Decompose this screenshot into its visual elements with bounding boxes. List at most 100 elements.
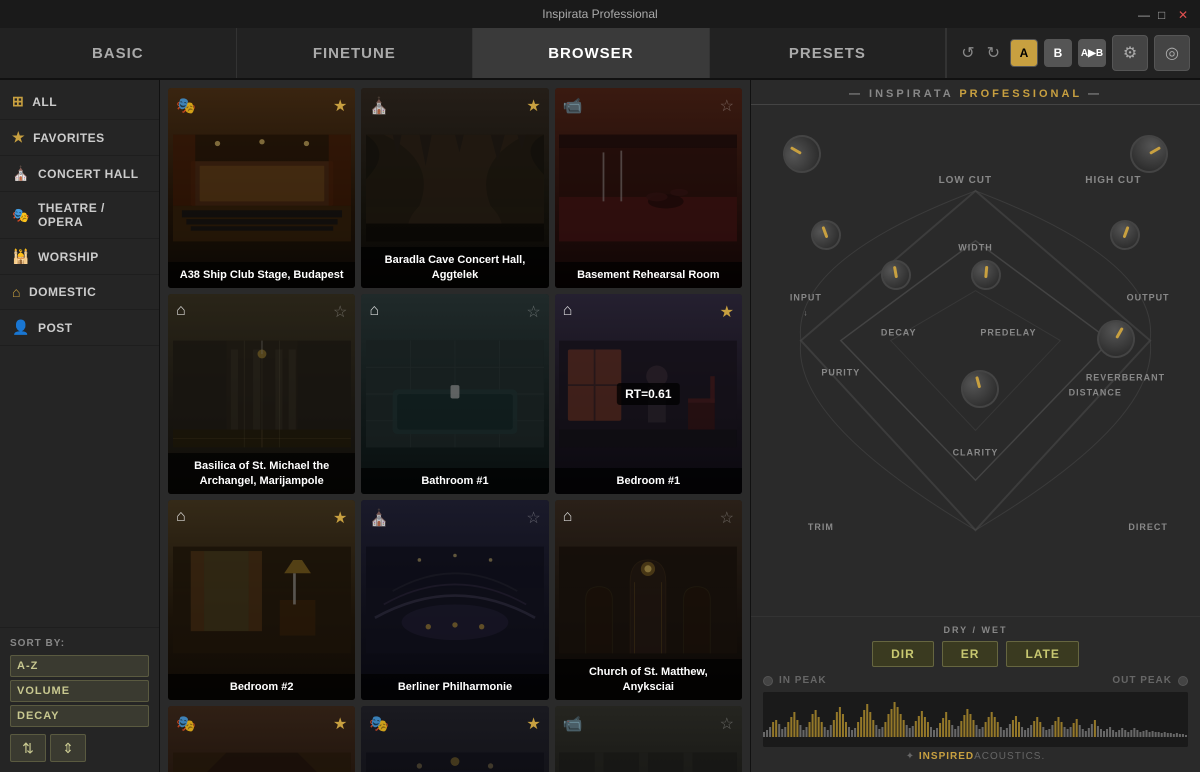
svg-text:DISTANCE: DISTANCE <box>1069 387 1122 397</box>
reverb-area: LOW CUT HIGH CUT INPUT ↓ OUTPUT WIDTH PU… <box>751 105 1200 616</box>
venue-star-unknown2[interactable]: ★ <box>526 714 540 734</box>
sidebar-item-favorites[interactable]: ★ FAVORITES <box>0 120 159 156</box>
close-btn[interactable]: ✕ <box>1178 8 1190 20</box>
sort-asc-btn[interactable]: ⇅ <box>10 734 46 762</box>
tab-presets[interactable]: PRESETS <box>710 28 947 78</box>
sidebar-item-theatre-opera[interactable]: 🎭 THEATRE / OPERA <box>0 192 159 239</box>
venue-icon-baradla: ⛪ <box>369 96 389 116</box>
venue-card-baradla[interactable]: ⛪ ★ Baradla Cave Concert Hall, Aggtelek <box>361 88 548 288</box>
out-peak-label: OUT PEAK <box>1112 675 1188 686</box>
minimize-btn[interactable]: — <box>1138 8 1150 20</box>
venue-name-baradla: Baradla Cave Concert Hall, Aggtelek <box>361 247 548 288</box>
venue-star-basilica[interactable]: ☆ <box>333 302 347 322</box>
venue-star-unknown3[interactable]: ☆ <box>720 714 734 734</box>
venue-card-bathroom[interactable]: ⌂ ☆ Bathroom #1 <box>361 294 548 494</box>
redo-btn[interactable]: ↻ <box>983 39 1004 67</box>
venue-card-unknown1[interactable]: 🎭 ★ <box>168 706 355 772</box>
dir-er-late-group: DIR ER LATE <box>763 641 1188 667</box>
a-button[interactable]: A <box>1010 39 1038 67</box>
venue-icon-a38: 🎭 <box>176 96 196 116</box>
venue-star-basement[interactable]: ☆ <box>720 96 734 116</box>
sidebar-item-concert-hall[interactable]: ⛪ CONCERT HALL <box>0 156 159 192</box>
settings-btn[interactable]: ⚙ <box>1112 35 1148 71</box>
venue-icon-basement: 📹 <box>563 96 583 116</box>
concert-icon: ⛪ <box>12 165 30 182</box>
sidebar: ⊞ ALL ★ FAVORITES ⛪ CONCERT HALL 🎭 THEAT… <box>0 80 160 772</box>
ab-button[interactable]: A▶B <box>1078 39 1106 67</box>
venue-icon-bedroom2: ⌂ <box>176 508 186 526</box>
venue-icon-berliner: ⛪ <box>369 508 389 528</box>
venue-star-stmatthew[interactable]: ☆ <box>720 508 734 528</box>
inspirata-label: — INSPIRATA PROFESSIONAL — <box>751 80 1200 105</box>
svg-text:REVERBERANT: REVERBERANT <box>1086 372 1165 382</box>
venue-star-bedroom1[interactable]: ★ <box>720 302 734 322</box>
venue-card-stmatthew[interactable]: ⌂ ☆ Church of St. Matthew, Anyksciai <box>555 500 742 700</box>
worship-icon: 🕌 <box>12 248 30 265</box>
post-icon: 👤 <box>12 319 30 336</box>
venue-star-berliner[interactable]: ☆ <box>526 508 540 528</box>
svg-text:OUTPUT: OUTPUT <box>1127 293 1170 303</box>
svg-text:LOW CUT: LOW CUT <box>939 175 993 186</box>
monitor-btn[interactable]: ◎ <box>1154 35 1190 71</box>
theatre-icon: 🎭 <box>12 207 30 224</box>
venue-card-unknown2[interactable]: 🎭 ★ <box>361 706 548 772</box>
dir-button[interactable]: DIR <box>872 641 934 667</box>
venue-card-bedroom1[interactable]: ⌂ ★ RT=0.61 Bedroom #1 <box>555 294 742 494</box>
sort-section: SORT BY: A-Z VOLUME DECAY ⇅ ⇕ <box>0 627 159 772</box>
rt-badge-bedroom1: RT=0.61 <box>617 383 679 405</box>
bottom-controls: DRY / WET DIR ER LATE IN PEAK OUT PEAK <box>751 616 1200 772</box>
venue-star-unknown1[interactable]: ★ <box>333 714 347 734</box>
right-panel: — INSPIRATA PROFESSIONAL — LOW CUT HIGH … <box>750 80 1200 772</box>
svg-text:PURITY: PURITY <box>821 367 860 377</box>
venue-icon-stmatthew: ⌂ <box>563 508 573 526</box>
venue-icon-unknown2: 🎭 <box>369 714 389 734</box>
er-button[interactable]: ER <box>942 641 999 667</box>
venue-card-bedroom2[interactable]: ⌂ ★ Bedroom #2 <box>168 500 355 700</box>
home-icon: ⌂ <box>12 284 21 300</box>
maximize-btn[interactable]: □ <box>1158 8 1170 20</box>
svg-text:INPUT: INPUT <box>790 293 822 303</box>
late-button[interactable]: LATE <box>1006 641 1078 667</box>
venue-name-bathroom: Bathroom #1 <box>361 468 548 494</box>
tab-actions: ↺ ↻ A B A▶B ⚙ ◎ <box>946 28 1200 78</box>
sort-decay-btn[interactable]: DECAY <box>10 705 149 727</box>
venue-name-bedroom2: Bedroom #2 <box>168 674 355 700</box>
tab-browser[interactable]: BROWSER <box>473 28 710 78</box>
venue-icon-basilica: ⌂ <box>176 302 186 320</box>
sidebar-item-all[interactable]: ⊞ ALL <box>0 84 159 120</box>
sort-desc-btn[interactable]: ⇕ <box>50 734 86 762</box>
svg-text:WIDTH: WIDTH <box>958 243 992 253</box>
star-icon: ★ <box>12 129 25 146</box>
venue-icon-unknown1: 🎭 <box>176 714 196 734</box>
undo-btn[interactable]: ↺ <box>957 39 978 67</box>
svg-text:CLARITY: CLARITY <box>953 447 999 457</box>
venue-card-basement[interactable]: 📹 ☆ Basement Rehearsal Room <box>555 88 742 288</box>
tab-finetune[interactable]: FINETUNE <box>237 28 474 78</box>
venue-icon-bedroom1: ⌂ <box>563 302 573 320</box>
venue-card-unknown3[interactable]: 📹 ☆ <box>555 706 742 772</box>
venue-star-baradla[interactable]: ★ <box>526 96 540 116</box>
main-area: ⊞ ALL ★ FAVORITES ⛪ CONCERT HALL 🎭 THEAT… <box>0 80 1200 772</box>
venue-star-bathroom[interactable]: ☆ <box>526 302 540 322</box>
venue-card-berliner[interactable]: ⛪ ☆ Berliner Philharmonie <box>361 500 548 700</box>
b-button[interactable]: B <box>1044 39 1072 67</box>
tab-basic[interactable]: BASIC <box>0 28 237 78</box>
reverb-svg: LOW CUT HIGH CUT INPUT ↓ OUTPUT WIDTH PU… <box>751 105 1200 616</box>
venue-star-a38[interactable]: ★ <box>333 96 347 116</box>
sidebar-item-domestic[interactable]: ⌂ DOMESTIC <box>0 275 159 310</box>
venue-star-bedroom2[interactable]: ★ <box>333 508 347 528</box>
venue-name-stmatthew: Church of St. Matthew, Anyksciai <box>555 659 742 700</box>
venue-card-basilica[interactable]: ⌂ ☆ Basilica of St. Michael the Archange… <box>168 294 355 494</box>
app-title: Inspirata Professional <box>542 7 657 21</box>
sort-az-btn[interactable]: A-Z <box>10 655 149 677</box>
sort-volume-btn[interactable]: VOLUME <box>10 680 149 702</box>
sidebar-item-worship[interactable]: 🕌 WORSHIP <box>0 239 159 275</box>
svg-text:↓: ↓ <box>804 309 808 318</box>
venue-name-a38: A38 Ship Club Stage, Budapest <box>168 262 355 288</box>
sidebar-item-post[interactable]: 👤 POST <box>0 310 159 346</box>
venue-name-bedroom1: Bedroom #1 <box>555 468 742 494</box>
in-peak-label: IN PEAK <box>763 675 827 686</box>
venue-icon-bathroom: ⌂ <box>369 302 379 320</box>
venue-card-a38[interactable]: 🎭 ★ A38 Ship Club Stage, Budapest <box>168 88 355 288</box>
window-controls[interactable]: — □ ✕ <box>1138 8 1190 20</box>
